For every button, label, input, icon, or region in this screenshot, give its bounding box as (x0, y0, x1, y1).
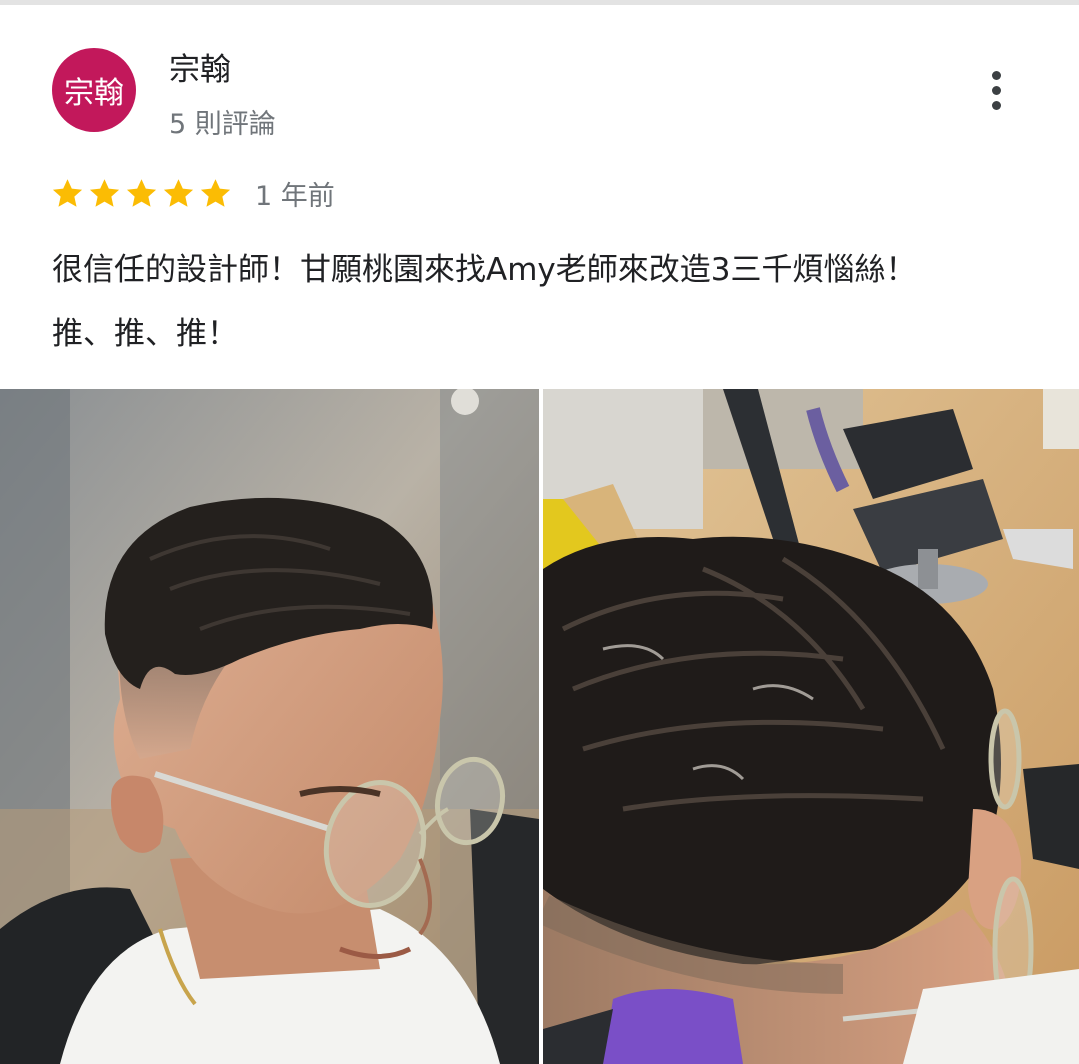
more-options-button[interactable] (976, 66, 1016, 114)
avatar-initials: 宗翰 (64, 76, 124, 111)
review-count: 5 則評論 (169, 109, 276, 140)
review-photo-side-profile[interactable] (0, 389, 539, 1064)
star-rating (50, 176, 233, 211)
more-vert-icon-dot (991, 100, 1001, 110)
review-time: 1 年前 (255, 180, 335, 212)
top-view-haircut-photo (543, 389, 1079, 1064)
star-icon (163, 178, 194, 207)
avatar[interactable]: 宗翰 (52, 48, 136, 132)
review-text-line: 推、推、推！ (52, 316, 238, 352)
top-divider (0, 0, 1079, 5)
star-icon (52, 178, 83, 207)
reviewer-name[interactable]: 宗翰 (169, 44, 231, 89)
star-icon (200, 178, 231, 207)
rating-row: 1 年前 (50, 172, 335, 214)
star-icon (89, 178, 120, 207)
more-vert-icon (991, 70, 1001, 80)
review-text[interactable]: 很信任的設計師！甘願桃園來找Amy老師來改造3三千煩惱絲！ 推、推、推！ (52, 238, 1052, 366)
star-icon (126, 178, 157, 207)
review-text-line: 很信任的設計師！甘願桃園來找Amy老師來改造3三千煩惱絲！ (52, 252, 917, 288)
more-vert-icon-dot (991, 85, 1001, 95)
review-photo-top-view[interactable] (543, 389, 1079, 1064)
side-profile-haircut-photo (0, 389, 539, 1064)
